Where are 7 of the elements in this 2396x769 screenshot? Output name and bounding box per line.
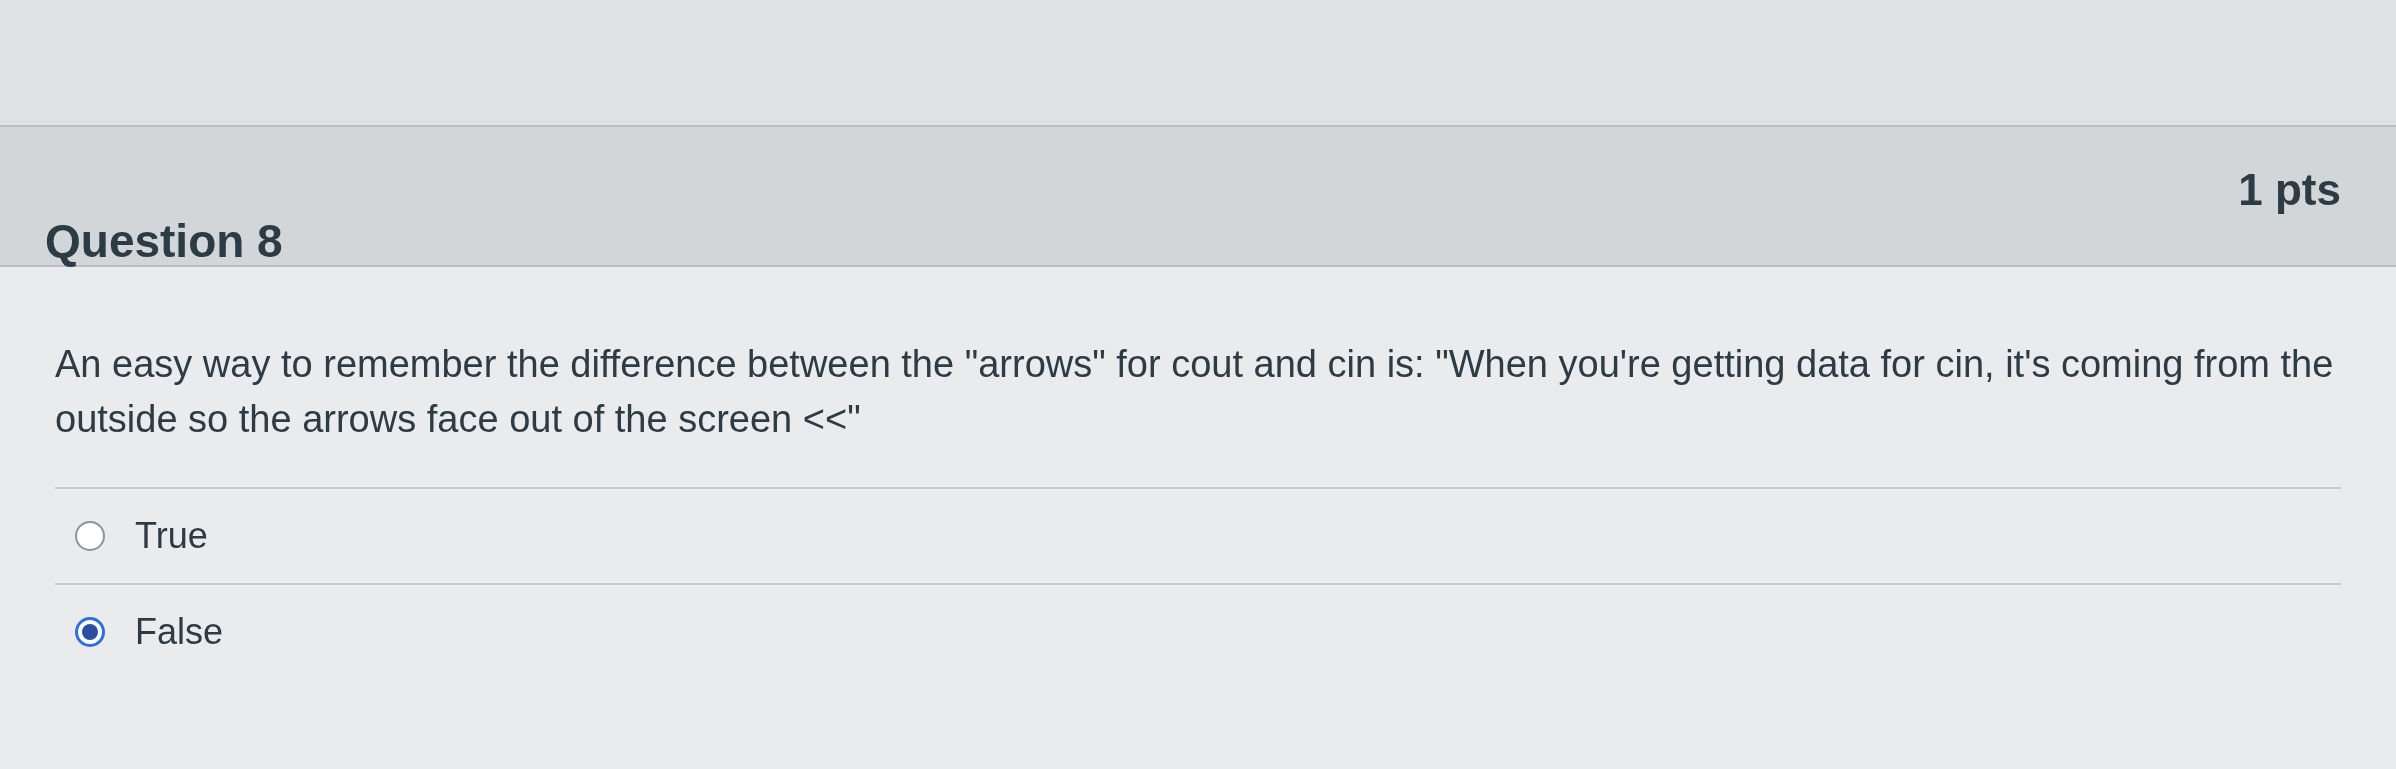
radio-button[interactable]	[75, 521, 105, 552]
answer-label[interactable]: False	[135, 605, 224, 660]
question-title: Question 8	[45, 214, 283, 265]
points-label: 1 pts	[2238, 164, 2341, 216]
question-text: An easy way to remember the difference between the "arrows" for cout and cin is: "When you're getting data for cin, it's coming from the outside so the arrows face out of the screen <<"	[55, 342, 2335, 443]
radio-button[interactable]	[75, 617, 105, 648]
answer-label[interactable]: True	[135, 509, 208, 564]
